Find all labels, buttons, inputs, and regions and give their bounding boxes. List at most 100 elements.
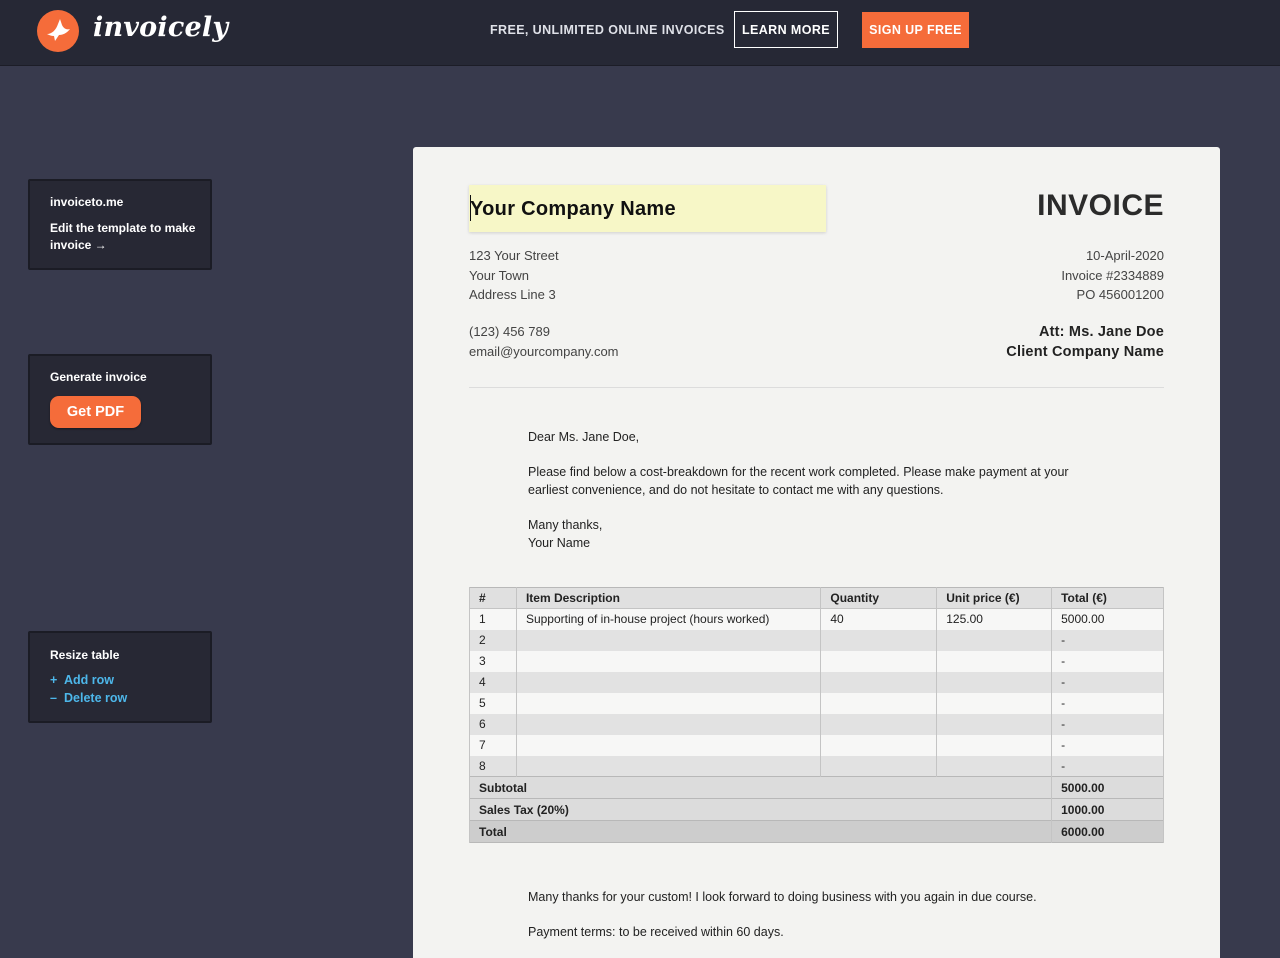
- column-header[interactable]: Unit price (€): [936, 587, 1053, 609]
- panel-title: Resize table: [50, 648, 120, 662]
- table-cell[interactable]: [936, 713, 1053, 735]
- invoice-meta[interactable]: 10-April-2020 Invoice #2334889 PO 456001…: [1061, 246, 1164, 305]
- table-row: 7 -: [469, 734, 1164, 756]
- table-cell[interactable]: [515, 692, 822, 714]
- payment-terms[interactable]: Payment terms: to be received within 60 …: [528, 924, 1088, 942]
- sign-up-button[interactable]: SIGN UP FREE: [862, 12, 969, 48]
- tagline: FREE, UNLIMITED ONLINE INVOICES: [490, 23, 725, 37]
- minus-icon: –: [50, 691, 57, 705]
- company-address[interactable]: 123 Your Street Your Town Address Line 3: [469, 246, 559, 305]
- template-info-panel: invoiceto.me Edit the template to make i…: [28, 179, 212, 270]
- subtotal-label: Subtotal: [468, 776, 1053, 799]
- table-cell[interactable]: 1: [469, 608, 517, 630]
- invoice-title[interactable]: INVOICE: [1037, 189, 1164, 223]
- table-cell: -: [1051, 671, 1164, 693]
- table-cell[interactable]: [820, 671, 938, 693]
- top-navbar: invoicely FREE, UNLIMITED ONLINE INVOICE…: [0, 0, 1280, 66]
- address-line: Your Town: [469, 267, 529, 283]
- table-cell[interactable]: [820, 713, 938, 735]
- table-cell[interactable]: [820, 650, 938, 672]
- table-cell[interactable]: 3: [469, 650, 517, 672]
- column-header[interactable]: Quantity: [820, 587, 938, 609]
- table-cell: -: [1051, 713, 1164, 735]
- letter-body[interactable]: Please find below a cost-breakdown for t…: [528, 464, 1088, 499]
- add-row-link[interactable]: + Add row: [50, 673, 114, 687]
- table-cell[interactable]: [515, 713, 822, 735]
- column-header[interactable]: #: [469, 587, 517, 609]
- company-contact[interactable]: (123) 456 789 email@yourcompany.com: [469, 322, 619, 361]
- table-cell[interactable]: [515, 650, 822, 672]
- table-cell[interactable]: [515, 755, 822, 777]
- tax-label[interactable]: Sales Tax (20%): [468, 798, 1053, 821]
- plus-icon: +: [50, 673, 58, 687]
- closing-note[interactable]: Many thanks for your custom! I look forw…: [528, 889, 1088, 907]
- table-cell: -: [1051, 650, 1164, 672]
- table-cell[interactable]: [515, 629, 822, 651]
- tax-row: Sales Tax (20%) 1000.00: [468, 798, 1164, 821]
- table-cell[interactable]: 2: [469, 629, 517, 651]
- table-cell[interactable]: [936, 650, 1053, 672]
- table-row: 4 -: [469, 671, 1164, 693]
- table-cell[interactable]: [515, 734, 822, 756]
- table-row: 6 -: [469, 713, 1164, 735]
- items-table: # Item Description Quantity Unit price (…: [468, 587, 1164, 843]
- po-number: PO 456001200: [1076, 287, 1164, 302]
- table-row: 2 -: [469, 629, 1164, 651]
- greeting[interactable]: Dear Ms. Jane Doe,: [528, 429, 1088, 447]
- column-header[interactable]: Item Description: [515, 587, 822, 609]
- table-cell[interactable]: 40: [820, 608, 938, 630]
- client-info[interactable]: Att: Ms. Jane Doe Client Company Name: [1006, 322, 1164, 362]
- table-cell[interactable]: 6: [469, 713, 517, 735]
- table-cell[interactable]: 4: [469, 671, 517, 693]
- table-cell[interactable]: [936, 629, 1053, 651]
- table-cell[interactable]: 7: [469, 734, 517, 756]
- get-pdf-button[interactable]: Get PDF: [50, 396, 141, 428]
- address-line: 123 Your Street: [469, 248, 559, 263]
- table-row: 5 -: [469, 692, 1164, 714]
- panel-hint: Edit the template to make invoice →: [50, 221, 196, 252]
- divider: [469, 387, 1164, 388]
- delete-row-link[interactable]: – Delete row: [50, 691, 127, 705]
- table-cell: -: [1051, 734, 1164, 756]
- table-cell[interactable]: [820, 755, 938, 777]
- table-cell: -: [1051, 755, 1164, 777]
- table-cell: -: [1051, 692, 1164, 714]
- resize-table-panel: Resize table + Add row – Delete row: [28, 631, 212, 723]
- client-company: Client Company Name: [1006, 344, 1164, 360]
- table-cell[interactable]: [936, 734, 1053, 756]
- delete-row-label: Delete row: [64, 691, 128, 705]
- table-cell[interactable]: 125.00: [936, 608, 1053, 630]
- brand-name[interactable]: invoicely: [93, 12, 228, 43]
- table-cell[interactable]: [820, 629, 938, 651]
- table-cell: -: [1051, 629, 1164, 651]
- total-label: Total: [468, 820, 1053, 843]
- learn-more-button[interactable]: LEARN MORE: [734, 11, 838, 48]
- table-cell[interactable]: [936, 755, 1053, 777]
- invoice-number: Invoice #2334889: [1061, 267, 1164, 283]
- table-row: 1 Supporting of in-house project (hours …: [469, 608, 1164, 630]
- company-name[interactable]: Your Company Name: [470, 198, 676, 221]
- bird-logo-icon[interactable]: [37, 10, 79, 52]
- tax-value: 1000.00: [1051, 798, 1164, 821]
- add-row-label: Add row: [64, 673, 114, 687]
- panel-title: invoiceto.me: [50, 195, 124, 209]
- table-cell[interactable]: [515, 671, 822, 693]
- thanks-line: Many thanks,: [528, 518, 603, 532]
- email: email@yourcompany.com: [469, 343, 619, 359]
- panel-title: Generate invoice: [50, 370, 147, 384]
- column-header[interactable]: Total (€): [1051, 587, 1164, 609]
- table-cell[interactable]: [820, 734, 938, 756]
- company-name-field[interactable]: Your Company Name: [469, 185, 826, 232]
- table-cell[interactable]: [936, 692, 1053, 714]
- subtotal-value: 5000.00: [1051, 776, 1164, 799]
- sign-off[interactable]: Many thanks, Your Name: [528, 517, 1088, 552]
- table-row: 8 -: [469, 755, 1164, 777]
- table-cell[interactable]: [936, 671, 1053, 693]
- table-cell[interactable]: 5: [469, 692, 517, 714]
- table-cell[interactable]: 8: [469, 755, 517, 777]
- table-cell[interactable]: [820, 692, 938, 714]
- phone: (123) 456 789: [469, 324, 550, 339]
- total-row: Total 6000.00: [468, 820, 1164, 843]
- invoice-document: Your Company Name INVOICE 123 Your Stree…: [413, 147, 1220, 958]
- table-cell[interactable]: Supporting of in-house project (hours wo…: [515, 608, 822, 630]
